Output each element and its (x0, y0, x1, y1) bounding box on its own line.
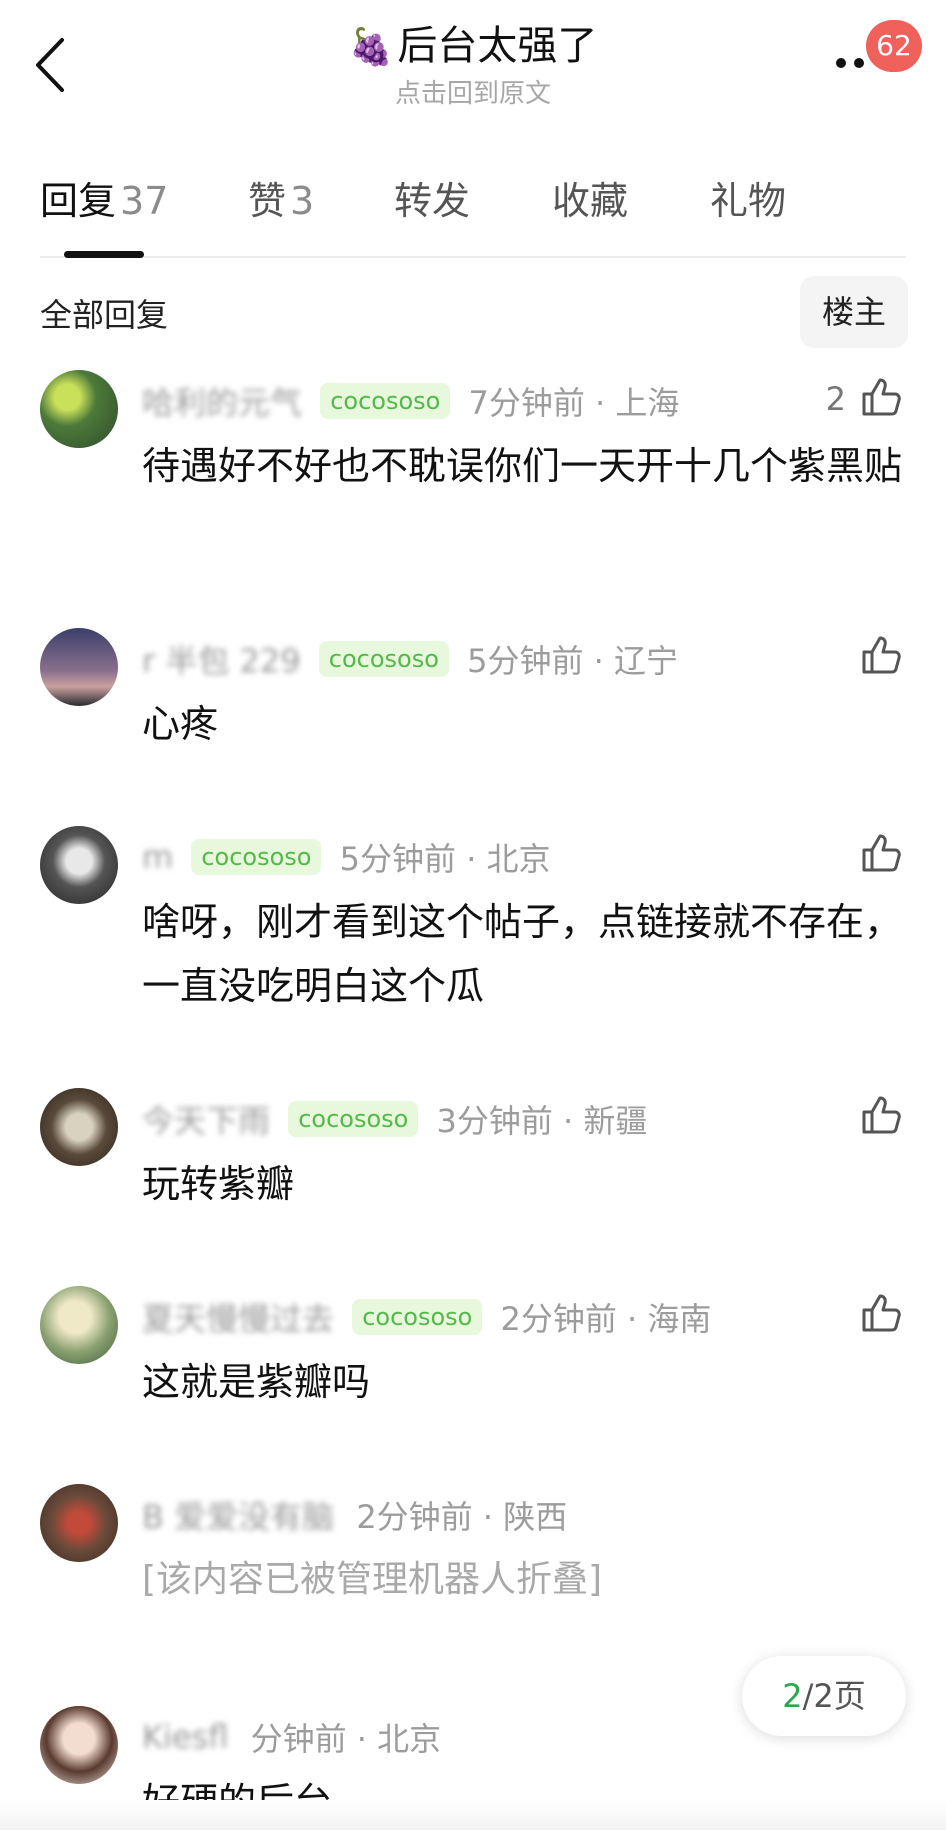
comment-meta: 夏天慢慢过去 cocososo 2分钟前 · 海南 (142, 1294, 711, 1338)
avatar[interactable] (40, 1706, 118, 1784)
comment-time: 7分钟前 · 上海 (468, 384, 680, 422)
comment-time: 3分钟前 · 新疆 (436, 1102, 648, 1140)
comment-author[interactable]: Kiesfl (142, 1718, 228, 1756)
avatar[interactable] (40, 1286, 118, 1364)
comment-author[interactable]: 夏天慢慢过去 (142, 1294, 334, 1340)
comment-author[interactable]: B 爱爱没有脑 (142, 1492, 334, 1538)
comment-time: 5分钟前 · 辽宁 (467, 642, 678, 680)
thumbs-up-icon (862, 636, 901, 674)
comment-meta: 今天下雨 cocososo 3分钟前 · 新疆 (142, 1096, 647, 1140)
comment-author[interactable]: 哈利的元气 (142, 378, 302, 424)
tab-likes[interactable]: 赞3 (248, 170, 314, 225)
comment-text: 待遇好不好也不耽误你们一天开十几个紫黑贴 (142, 444, 903, 488)
user-tag: cocososo (352, 1299, 483, 1335)
comment-text: 玩转紫瓣 (142, 1162, 295, 1206)
avatar[interactable] (40, 1088, 118, 1166)
comment-time: 2分钟前 · 海南 (500, 1300, 712, 1338)
all-replies-filter[interactable]: 全部回复 (40, 290, 168, 336)
page-title: 🍇 后台太强了 (348, 23, 598, 69)
comment-text: 这就是紫瓣吗 (142, 1360, 371, 1404)
thumbs-up-icon (862, 378, 901, 416)
comment-time: 2分钟前 · 陕西 (356, 1498, 568, 1536)
thumbs-up-icon (862, 1294, 901, 1332)
comment-meta: m cocososo 5分钟前 · 北京 (142, 834, 551, 878)
tab-replies[interactable]: 回复 37 (40, 170, 168, 225)
active-tab-indicator (64, 251, 144, 258)
comment-author[interactable]: 今天下雨 (142, 1096, 270, 1142)
tabs-divider (40, 256, 906, 258)
avatar[interactable] (40, 826, 118, 904)
user-tag: cocososo (288, 1101, 419, 1137)
tab-gifts[interactable]: 礼物 (710, 170, 786, 225)
tab-reposts[interactable]: 转发 (394, 170, 470, 225)
avatar[interactable] (40, 628, 118, 706)
comment-meta: 哈利的元气 cocososo 7分钟前 · 上海 (142, 378, 679, 422)
back-to-post-link[interactable]: 点击回到原文 (0, 76, 946, 112)
comment-text: 心疼 (142, 702, 219, 746)
avatar[interactable] (40, 370, 118, 448)
user-tag: cocososo (191, 839, 322, 875)
comment-author[interactable]: m (142, 838, 173, 876)
comment-text: 啥呀，刚才看到这个帖子，点链接就不存在，一直没吃明白这个瓜 (142, 900, 903, 1008)
header-title-area[interactable]: 🍇 后台太强了 点击回到原文 (0, 18, 946, 112)
comment-time: 分钟前 · 北京 (250, 1720, 442, 1758)
bottom-edge (0, 1800, 946, 1830)
like-count: 2 (825, 380, 846, 418)
folded-comment-notice[interactable]: [该内容已被管理机器人折叠] (142, 1548, 902, 1612)
thumbs-up-icon (862, 1096, 901, 1134)
comment-meta: r 半包 229 cocososo 5分钟前 · 辽宁 (142, 636, 678, 680)
comment-author[interactable]: r 半包 229 (142, 636, 301, 682)
user-tag: cocososo (320, 383, 451, 419)
user-tag: cocososo (318, 641, 449, 677)
page-indicator[interactable]: 2/2页 (742, 1656, 906, 1736)
comment-meta: B 爱爱没有脑 2分钟前 · 陕西 (142, 1492, 567, 1536)
thumbs-up-icon (862, 834, 901, 872)
op-only-button[interactable]: 楼主 (800, 276, 908, 348)
tab-bar: 回复 37 赞3 转发 收藏 礼物 (40, 170, 906, 236)
grape-icon: 🍇 (348, 27, 394, 68)
avatar[interactable] (40, 1484, 118, 1562)
comment-time: 5分钟前 · 北京 (339, 840, 551, 878)
comment-meta: Kiesfl 分钟前 · 北京 (142, 1714, 441, 1758)
total-pages: /2页 (802, 1677, 866, 1715)
notification-badge[interactable]: 62 (866, 20, 922, 72)
current-page: 2 (782, 1677, 803, 1715)
tab-favorites[interactable]: 收藏 (552, 170, 628, 225)
more-icon (836, 58, 846, 68)
